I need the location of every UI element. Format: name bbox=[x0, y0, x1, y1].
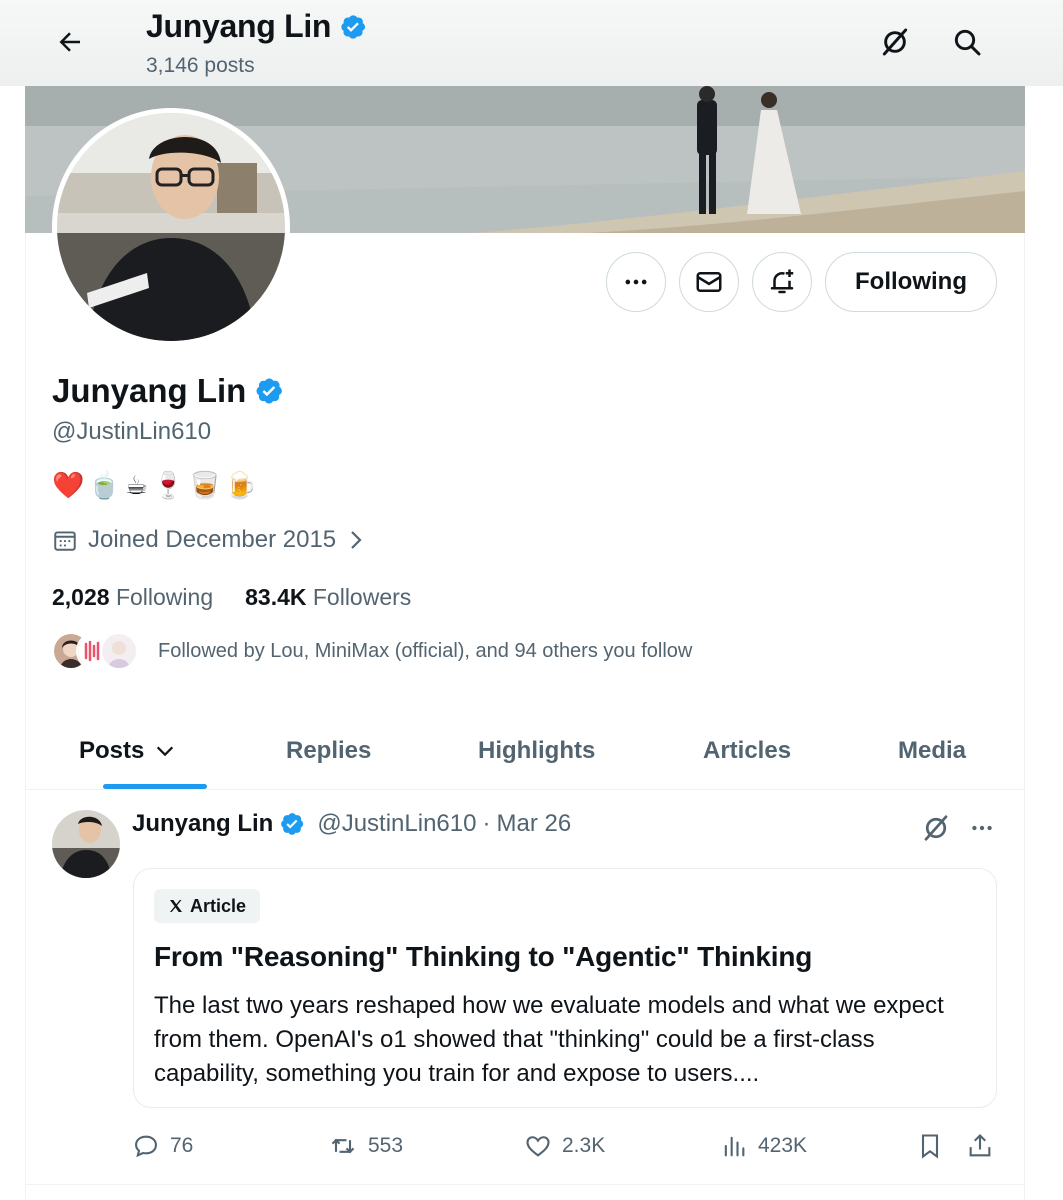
more-options-button[interactable] bbox=[606, 252, 666, 312]
grok-button[interactable] bbox=[873, 20, 917, 64]
joined-date[interactable]: Joined December 2015 bbox=[52, 526, 366, 554]
post-author-avatar[interactable] bbox=[52, 810, 120, 878]
tab-highlights[interactable]: Highlights bbox=[478, 712, 595, 790]
followers-link[interactable]: 83.4K Followers bbox=[245, 584, 411, 611]
calendar-icon bbox=[54, 531, 76, 551]
following-button[interactable]: Following bbox=[825, 252, 997, 312]
share-upload-icon bbox=[969, 1134, 991, 1157]
followed-by-row[interactable]: Followed by Lou, MiniMax (official), and… bbox=[52, 632, 692, 670]
post-divider bbox=[25, 1184, 1025, 1185]
grok-icon bbox=[882, 28, 908, 56]
following-label: Following bbox=[115, 584, 214, 610]
analytics-icon bbox=[724, 1136, 745, 1157]
bio-emoji-whisky: 🥃 bbox=[188, 470, 221, 500]
bio-emoji-coffee: ☕ bbox=[124, 470, 149, 500]
post-meta-separator: · bbox=[482, 810, 491, 837]
profile-name: Junyang Lin bbox=[52, 372, 284, 410]
message-button[interactable] bbox=[679, 252, 739, 312]
heart-icon bbox=[526, 1136, 550, 1157]
following-count: 2,028 bbox=[52, 584, 110, 610]
post-author-handle[interactable]: @JustinLin610 bbox=[317, 810, 476, 838]
like-count: 2.3K bbox=[562, 1134, 606, 1157]
header-name: Junyang Lin bbox=[146, 8, 332, 44]
post-date[interactable]: Mar 26 bbox=[496, 810, 571, 838]
avatar-image bbox=[52, 810, 120, 878]
profile-tabs: Posts Replies Highlights Articles Media bbox=[25, 712, 1025, 790]
verified-badge-icon bbox=[341, 14, 366, 39]
more-dots-icon bbox=[625, 279, 647, 285]
joined-text: Joined December 2015 bbox=[88, 526, 337, 553]
verified-badge-icon bbox=[281, 813, 304, 835]
reply-bubble-icon bbox=[135, 1135, 157, 1158]
followers-count: 83.4K bbox=[245, 584, 307, 610]
search-icon bbox=[954, 29, 981, 56]
post-actions: 76 553 2.3K 423K bbox=[132, 1124, 1002, 1168]
profile-bio: ❤️ 🍵 ☕ 🍷 🥃 🍺 bbox=[52, 470, 257, 501]
post-grok-button[interactable] bbox=[914, 806, 958, 850]
post-header: Junyang Lin @JustinLin610 · Mar 26 bbox=[132, 810, 571, 838]
profile-handle: @JustinLin610 bbox=[52, 418, 212, 445]
grok-icon bbox=[924, 815, 948, 841]
profile-avatar[interactable] bbox=[52, 108, 290, 346]
profile-stats: 2,028 Following 83.4K Followers bbox=[52, 584, 411, 611]
bell-plus-icon bbox=[770, 269, 794, 294]
tab-replies[interactable]: Replies bbox=[286, 712, 371, 790]
followers-label: Followers bbox=[312, 584, 412, 610]
bookmark-button[interactable] bbox=[916, 1124, 944, 1168]
profile-header: Junyang Lin 3,146 posts bbox=[0, 0, 1063, 86]
chevron-down-icon bbox=[157, 746, 174, 757]
bio-emoji-beer: 🍺 bbox=[224, 470, 258, 500]
followed-by-text: Followed by Lou, MiniMax (official), and… bbox=[158, 639, 693, 662]
bio-emoji-tea: 🍵 bbox=[88, 470, 121, 500]
bio-emoji-heart: ❤️ bbox=[52, 470, 85, 500]
repost-icon bbox=[331, 1138, 355, 1154]
tab-articles[interactable]: Articles bbox=[703, 712, 791, 790]
share-button[interactable] bbox=[966, 1124, 994, 1168]
post-author-name[interactable]: Junyang Lin bbox=[132, 810, 273, 838]
header-title: Junyang Lin bbox=[146, 8, 367, 45]
tab-posts-label: Posts bbox=[79, 737, 145, 764]
follower-avatar bbox=[100, 632, 138, 670]
post-more-button[interactable] bbox=[960, 808, 1004, 848]
profile-name-text: Junyang Lin bbox=[52, 372, 247, 409]
reply-button[interactable]: 76 bbox=[132, 1124, 193, 1168]
more-dots-icon bbox=[972, 825, 992, 831]
article-preview: The last two years reshaped how we evalu… bbox=[154, 992, 944, 1087]
reply-count: 76 bbox=[170, 1134, 194, 1157]
tab-posts[interactable]: Posts bbox=[79, 712, 176, 790]
following-link[interactable]: 2,028 Following bbox=[52, 584, 213, 611]
article-badge: Article bbox=[154, 889, 261, 923]
bio-emoji-wine: 🍷 bbox=[152, 470, 185, 500]
bookmark-icon bbox=[921, 1134, 939, 1159]
back-button[interactable] bbox=[48, 20, 92, 64]
repost-button[interactable]: 553 bbox=[328, 1124, 403, 1168]
article-card[interactable]: Article From "Reasoning" Thinking to "Ag… bbox=[133, 868, 997, 1108]
article-badge-label: Article bbox=[190, 895, 247, 916]
chevron-right-icon bbox=[351, 531, 362, 549]
tab-media[interactable]: Media bbox=[898, 712, 966, 790]
notifications-button[interactable] bbox=[752, 252, 812, 312]
like-button[interactable]: 2.3K bbox=[524, 1124, 605, 1168]
verified-badge-icon bbox=[256, 378, 283, 404]
posts-count: 3,146 posts bbox=[146, 54, 255, 77]
views-count: 423K bbox=[758, 1134, 808, 1157]
envelope-icon bbox=[696, 272, 722, 292]
active-tab-indicator bbox=[103, 784, 207, 789]
x-logo-icon bbox=[170, 900, 182, 912]
avatar-image bbox=[57, 113, 285, 341]
views-button[interactable]: 423K bbox=[720, 1124, 807, 1168]
repost-count: 553 bbox=[368, 1134, 404, 1157]
arrow-left-icon bbox=[59, 32, 80, 52]
search-button[interactable] bbox=[945, 20, 989, 64]
article-title: From "Reasoning" Thinking to "Agentic" T… bbox=[154, 941, 813, 972]
